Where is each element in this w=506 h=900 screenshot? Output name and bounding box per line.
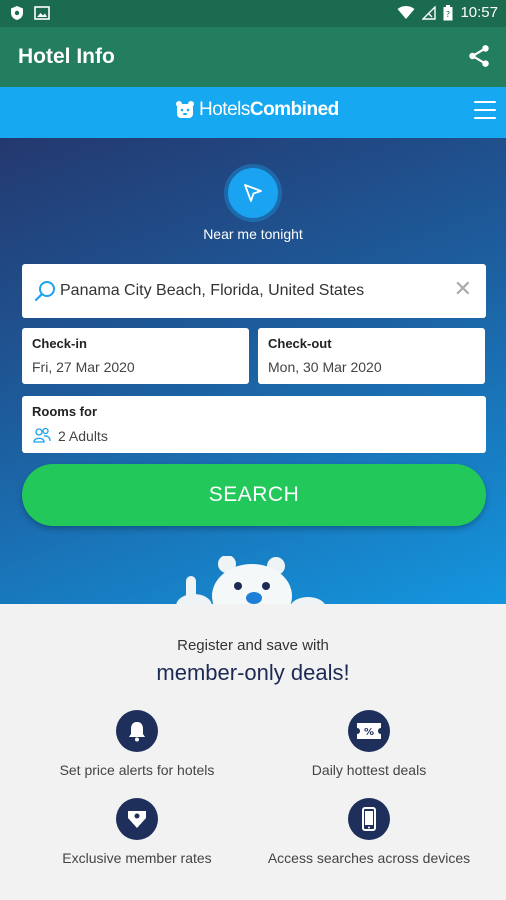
checkout-label: Check-out <box>268 336 332 351</box>
status-time: 10:57 <box>460 4 498 21</box>
checkout-field[interactable]: Check-out Mon, 30 Mar 2020 <box>258 328 485 384</box>
destination-field[interactable]: Panama City Beach, Florida, United State… <box>22 264 486 318</box>
bell-icon <box>116 710 158 752</box>
rooms-label: Rooms for <box>32 404 97 419</box>
feature-text: Exclusive member rates <box>62 850 212 866</box>
people-icon <box>33 427 51 443</box>
brand-name-light: Hotels <box>199 99 250 120</box>
bear-logo-icon <box>176 101 194 118</box>
phone-icon <box>348 798 390 840</box>
svg-text:%: % <box>364 727 374 738</box>
feature-access-devices: Access searches across devices <box>259 798 479 867</box>
search-button[interactable]: SEARCH <box>22 464 486 526</box>
feature-text: Set price alerts for hotels <box>59 762 215 778</box>
checkin-label: Check-in <box>32 336 87 351</box>
location-arrow-icon <box>244 184 262 202</box>
register-title: member-only deals! <box>156 660 350 685</box>
checkin-field[interactable]: Check-in Fri, 27 Mar 2020 <box>22 328 249 384</box>
register-subtitle: Register and save with <box>177 637 329 654</box>
tag-icon <box>116 798 158 840</box>
menu-icon[interactable] <box>474 101 496 121</box>
feature-price-alerts: Set price alerts for hotels <box>27 710 247 779</box>
near-me-label: Near me tonight <box>203 226 303 242</box>
ticket-icon: % <box>348 710 390 752</box>
feature-text: Daily hottest deals <box>311 762 427 778</box>
clear-icon[interactable]: ✕ <box>454 278 472 300</box>
feature-text: Access searches across devices <box>267 850 471 866</box>
status-bar: ? 10:57 <box>0 0 506 27</box>
shield-icon <box>11 6 23 20</box>
rooms-field[interactable]: Rooms for 2 Adults <box>22 396 486 453</box>
feature-hottest-deals: % Daily hottest deals <box>259 710 479 779</box>
search-icon <box>34 281 55 302</box>
share-icon[interactable] <box>466 43 492 69</box>
page-title: Hotel Info <box>18 45 115 68</box>
brand-bar: HotelsCombined <box>0 87 506 138</box>
image-icon <box>34 6 50 20</box>
brand-name-bold: Combined <box>249 99 339 120</box>
no-signal-icon <box>422 5 437 20</box>
battery-icon: ? <box>443 4 453 20</box>
wifi-icon <box>397 5 415 19</box>
destination-value: Panama City Beach, Florida, United State… <box>60 282 365 299</box>
checkout-value: Mon, 30 Mar 2020 <box>268 359 382 375</box>
checkin-value: Fri, 27 Mar 2020 <box>32 359 135 375</box>
feature-member-rates: Exclusive member rates <box>27 798 247 867</box>
near-me-button[interactable] <box>228 168 278 218</box>
hotelscombined-logo[interactable]: HotelsCombined <box>175 99 339 121</box>
svg-text:?: ? <box>446 10 450 19</box>
app-bar: Hotel Info <box>0 27 506 87</box>
rooms-value: 2 Adults <box>58 428 108 444</box>
register-section: Register and save with member-only deals… <box>0 604 506 900</box>
search-hero: Near me tonight Panama City Beach, Flori… <box>0 138 506 626</box>
